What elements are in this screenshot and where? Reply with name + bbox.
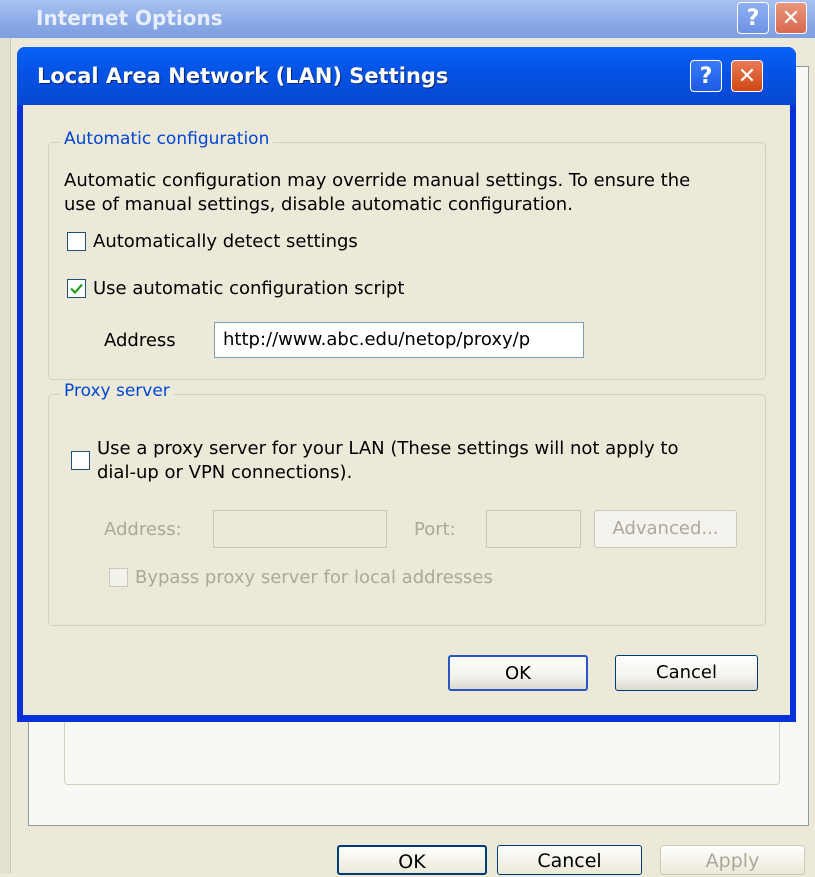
dialog-title: Local Area Network (LAN) Settings (37, 64, 449, 88)
address-label: Address (104, 330, 176, 351)
proxy-address-label: Address: (104, 519, 182, 540)
lan-settings-dialog: Local Area Network (LAN) Settings ? ✕ Au… (17, 47, 796, 722)
internet-options-title: Internet Options (36, 6, 223, 30)
dialog-body: Automatic configuration Automatic config… (23, 105, 790, 715)
close-icon[interactable]: ✕ (731, 60, 763, 92)
description-text: use of manual settings, disable automati… (64, 194, 573, 215)
checkmark-icon (70, 283, 83, 295)
port-label: Port: (414, 519, 456, 540)
ok-button[interactable]: OK (448, 655, 588, 691)
ok-button[interactable]: OK (337, 845, 487, 875)
internet-options-titlebar: Internet Options ? ✕ (0, 0, 815, 38)
proxy-address-input (213, 510, 387, 548)
checkbox-label: Bypass proxy server for local addresses (135, 567, 493, 588)
lan-titlebar: Local Area Network (LAN) Settings ? ✕ (17, 47, 796, 105)
checkbox-label: dial-up or VPN connections). (97, 462, 353, 483)
group-legend: Proxy server (60, 381, 174, 401)
description-text: Automatic configuration may override man… (64, 170, 691, 191)
auto-detect-checkbox[interactable] (67, 232, 86, 251)
advanced-button: Advanced... (594, 510, 737, 548)
close-icon[interactable]: ✕ (775, 2, 807, 34)
checkbox-label: Use a proxy server for your LAN (These s… (97, 438, 679, 459)
checkbox-label: Automatically detect settings (93, 231, 358, 252)
port-input (486, 510, 581, 548)
cancel-button[interactable]: Cancel (497, 845, 642, 875)
cancel-button[interactable]: Cancel (615, 655, 758, 691)
help-icon[interactable]: ? (690, 60, 722, 92)
help-icon[interactable]: ? (737, 2, 769, 34)
address-input[interactable]: http://www.abc.edu/netop/proxy/p (214, 322, 584, 358)
use-proxy-checkbox[interactable] (71, 451, 90, 470)
apply-button: Apply (660, 845, 805, 875)
checkbox-label: Use automatic configuration script (93, 278, 405, 299)
window-edge (0, 38, 11, 873)
group-legend: Automatic configuration (60, 129, 274, 149)
use-script-checkbox[interactable] (67, 279, 86, 298)
bypass-checkbox (109, 568, 128, 587)
